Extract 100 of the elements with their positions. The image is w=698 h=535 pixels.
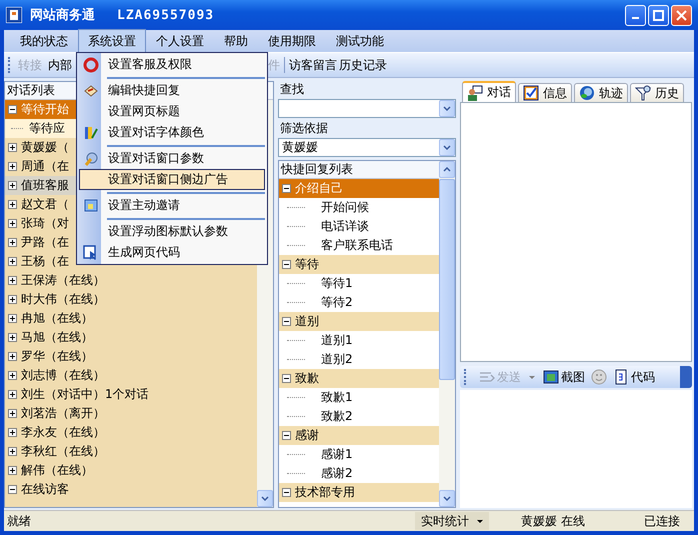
scroll-down-button[interactable] xyxy=(439,490,455,507)
menu-item[interactable]: 生成网页代码 xyxy=(79,242,265,263)
tab[interactable]: 信息 xyxy=(518,83,572,102)
expand-icon[interactable] xyxy=(8,295,17,304)
expand-icon[interactable] xyxy=(8,333,17,342)
expand-icon[interactable] xyxy=(8,238,17,247)
stats-button[interactable]: 实时统计 xyxy=(415,512,489,530)
tree-item[interactable]: 致歉1 xyxy=(321,389,353,406)
tree-item[interactable]: 黄媛媛（ xyxy=(8,138,71,157)
close-button[interactable] xyxy=(671,4,692,26)
expand-icon[interactable] xyxy=(8,314,17,323)
expand-icon[interactable] xyxy=(8,466,17,475)
expand-icon[interactable] xyxy=(8,162,17,171)
collapse-icon[interactable] xyxy=(8,105,17,114)
tab[interactable]: 历史 xyxy=(630,83,684,102)
tree-item[interactable]: 李秋红（在线） xyxy=(8,442,107,461)
collapse-icon[interactable] xyxy=(282,488,291,497)
tree-item[interactable]: 感谢 xyxy=(279,426,439,445)
toolbar-button[interactable]: 代码 xyxy=(611,368,657,386)
tree-item[interactable]: 赵文君（ xyxy=(8,195,71,214)
expand-icon[interactable] xyxy=(8,428,17,437)
menu-item[interactable]: 使用期限 xyxy=(258,28,326,54)
arrow-down-icon xyxy=(443,496,451,501)
tab[interactable]: 对话 xyxy=(462,81,516,102)
connection-status: 已连接 xyxy=(644,512,680,530)
expand-icon[interactable] xyxy=(8,257,17,266)
tree-item[interactable]: 李永友（在线） xyxy=(8,423,107,442)
collapse-icon[interactable] xyxy=(282,184,291,193)
menu-item[interactable]: 设置对话窗口参数 xyxy=(79,148,265,169)
tree-item[interactable]: 技术部专用 xyxy=(279,483,439,502)
status-message: 就绪 xyxy=(6,512,32,530)
tree-item[interactable]: 客户联系电话 xyxy=(321,237,393,254)
collapse-icon[interactable] xyxy=(282,431,291,440)
tree-item[interactable]: 感谢2 xyxy=(321,465,353,482)
menu-item[interactable]: 个人设置 xyxy=(146,28,214,54)
tree-item[interactable]: 等待应 xyxy=(29,120,65,137)
tree-item[interactable]: 尹路（在 xyxy=(8,233,71,252)
menu-item[interactable]: 测试功能 xyxy=(326,28,394,54)
menu-item[interactable]: 设置主动邀请 xyxy=(79,195,265,216)
menu-item[interactable]: 编辑快捷回复 xyxy=(79,80,265,101)
search-combo-box[interactable] xyxy=(278,99,456,118)
tree-item[interactable]: 王杨（在 xyxy=(8,252,71,271)
tree-item[interactable]: 感谢1 xyxy=(321,446,353,463)
scroll-up-button[interactable] xyxy=(439,161,455,178)
tree-item[interactable]: 开始问候 xyxy=(321,199,369,216)
expand-icon[interactable] xyxy=(8,181,17,190)
tree-item[interactable]: 等待1 xyxy=(321,275,353,292)
menu-item[interactable]: 设置客服及权限 xyxy=(79,54,265,75)
collapse-icon[interactable] xyxy=(282,260,291,269)
tree-item[interactable]: 罗华（在线） xyxy=(8,347,95,366)
menu-item[interactable]: 我的状态 xyxy=(10,28,78,54)
tab[interactable]: 轨迹 xyxy=(574,83,628,102)
tree-item[interactable]: 等待 xyxy=(279,255,439,274)
minimize-button[interactable] xyxy=(625,4,646,26)
tree-item[interactable]: 道别 xyxy=(279,312,439,331)
expand-icon[interactable] xyxy=(8,352,17,361)
window-cursor-icon xyxy=(83,244,99,260)
message-input[interactable] xyxy=(460,390,692,508)
tree-item[interactable]: 刘志博（在线） xyxy=(8,366,107,385)
toolbar-button[interactable]: 访客留言 xyxy=(288,54,338,76)
menu-item[interactable]: 帮助 xyxy=(214,28,258,54)
toolbar-button[interactable]: 历史记录 xyxy=(338,54,388,76)
tree-item[interactable]: 解伟（在线） xyxy=(8,461,95,480)
tree-item[interactable]: 冉旭（在线） xyxy=(8,309,95,328)
toolbar-button[interactable]: 内部 xyxy=(47,54,73,76)
tree-item[interactable]: 等待2 xyxy=(321,294,353,311)
tree-item[interactable]: 马旭（在线） xyxy=(8,328,95,347)
tree-item[interactable]: 致歉 xyxy=(279,369,439,388)
tree-item[interactable]: 在线访客 xyxy=(8,480,71,499)
expand-icon[interactable] xyxy=(8,371,17,380)
expand-icon[interactable] xyxy=(8,200,17,209)
menu-item[interactable]: 设置网页标题 xyxy=(79,101,265,122)
tree-item[interactable]: 道别2 xyxy=(321,351,353,368)
expand-icon[interactable] xyxy=(8,219,17,228)
scrollbar-thumb[interactable] xyxy=(439,179,455,380)
expand-icon[interactable] xyxy=(8,409,17,418)
expand-icon[interactable] xyxy=(8,143,17,152)
tree-item[interactable]: 电话详谈 xyxy=(321,218,369,235)
expand-icon[interactable] xyxy=(8,447,17,456)
menu-item[interactable]: 系统设置 xyxy=(78,28,146,54)
tree-item[interactable]: 致歉2 xyxy=(321,408,353,425)
tree-item[interactable]: 道别1 xyxy=(321,332,353,349)
tree-item[interactable]: 王保涛（在线） xyxy=(8,271,107,290)
maximize-button[interactable] xyxy=(648,4,669,26)
tree-item[interactable]: 周通（在 xyxy=(8,157,71,176)
toolbar-button[interactable]: 截图 xyxy=(541,368,587,386)
filter-combo-box[interactable]: 黄媛媛 xyxy=(278,138,456,157)
expand-icon[interactable] xyxy=(8,276,17,285)
menu-item[interactable]: 设置对话窗口侧边广告 xyxy=(79,169,265,190)
menu-item[interactable]: 设置对话字体颜色 xyxy=(79,122,265,143)
expand-icon[interactable] xyxy=(8,390,17,399)
tree-item[interactable]: 时大伟（在线） xyxy=(8,290,107,309)
tree-item[interactable]: 刘生（对话中）1个对话 xyxy=(8,385,151,404)
scroll-down-button[interactable] xyxy=(257,490,273,507)
tree-item[interactable]: 张琦（对 xyxy=(8,214,71,233)
collapse-icon[interactable] xyxy=(8,485,17,494)
menu-item[interactable]: 设置浮动图标默认参数 xyxy=(79,221,265,242)
collapse-icon[interactable] xyxy=(282,374,291,383)
collapse-icon[interactable] xyxy=(282,317,291,326)
tree-item[interactable]: 刘茗浩（离开） xyxy=(8,404,107,423)
